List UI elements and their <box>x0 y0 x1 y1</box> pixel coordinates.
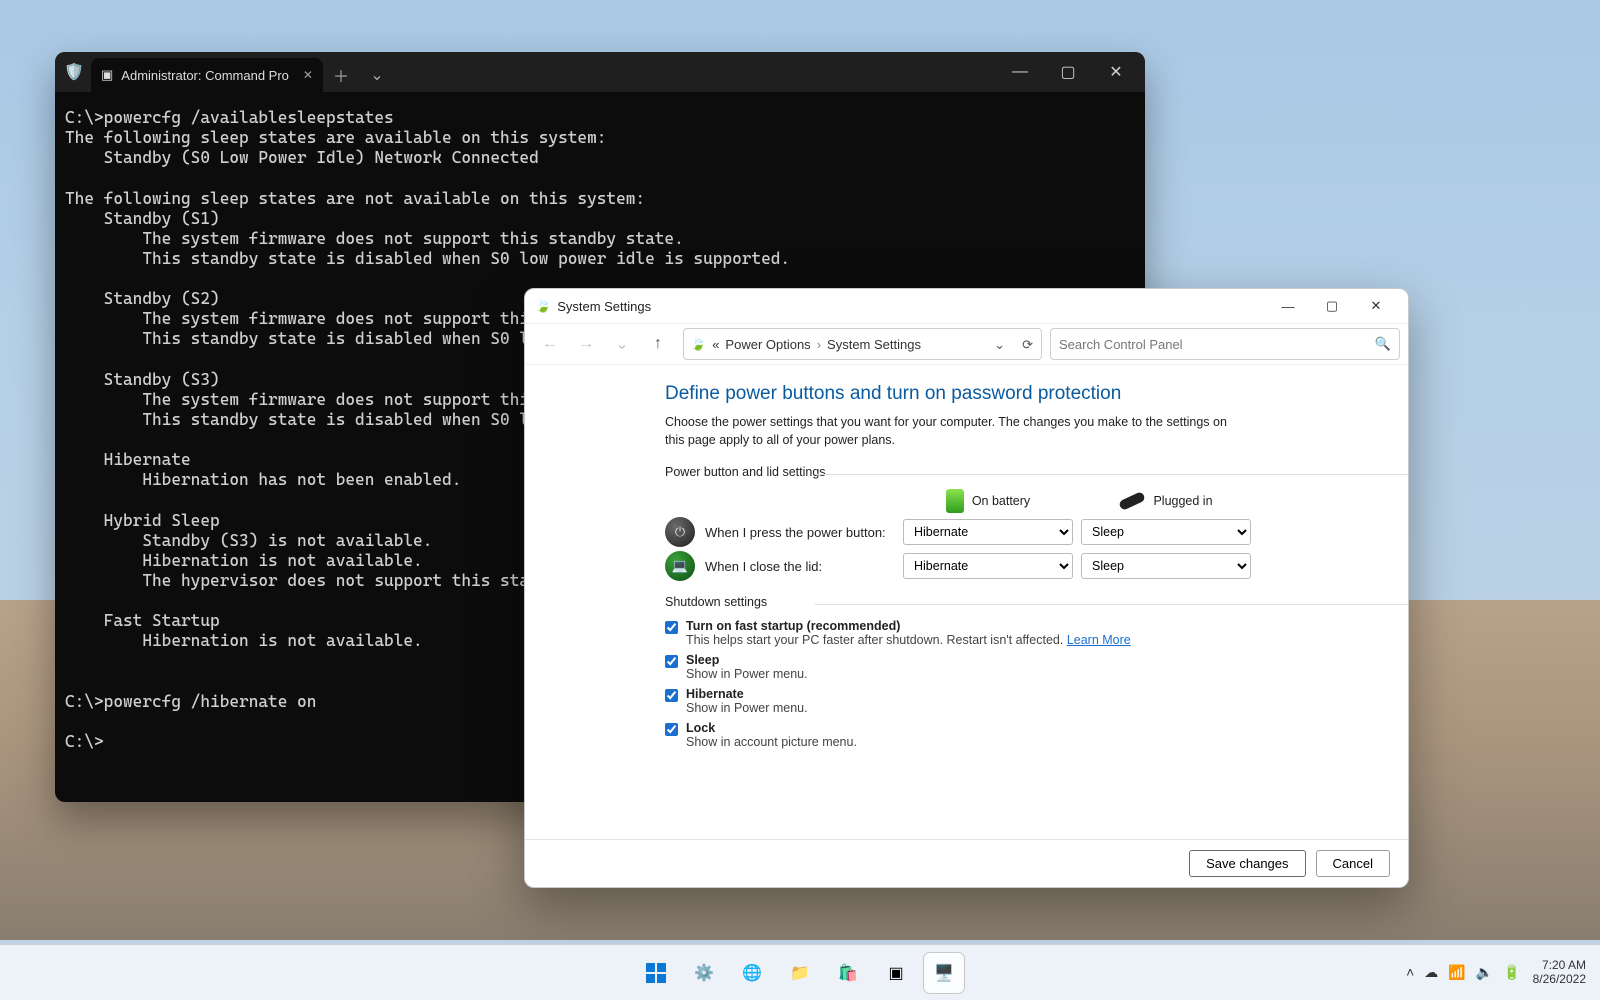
label-hibernate: Hibernate <box>686 687 744 701</box>
taskbar-edge-icon[interactable]: 🌐 <box>732 953 772 993</box>
label-sleep: Sleep <box>686 653 719 667</box>
select-power-battery[interactable]: Hibernate <box>903 519 1073 545</box>
taskbar-center: ⚙️ 🌐 📁 🛍️ ▣ 🖥️ <box>636 953 964 993</box>
label-lock: Lock <box>686 721 715 735</box>
cancel-button[interactable]: Cancel <box>1316 850 1390 877</box>
lid-icon: 💻 <box>665 551 695 581</box>
cp-titlebar[interactable]: 🍃 System Settings — ▢ ✕ <box>525 289 1408 323</box>
maximize-button[interactable]: ▢ <box>1045 54 1091 90</box>
desc-sleep: Show in Power menu. <box>686 667 808 681</box>
terminal-tab[interactable]: ▣ Administrator: Command Pro ✕ <box>91 58 323 92</box>
wifi-icon[interactable]: 📶 <box>1448 964 1465 981</box>
cp-footer: Save changes Cancel <box>525 839 1408 887</box>
refresh-icon[interactable]: ⟳ <box>1022 337 1033 353</box>
column-plugged-in: Plugged in <box>1081 494 1251 508</box>
volume-icon[interactable]: 🔈 <box>1476 964 1493 981</box>
search-box[interactable]: Search Control Panel 🔍 <box>1050 328 1400 360</box>
select-lid-plugged[interactable]: Sleep <box>1081 553 1251 579</box>
taskbar-tray[interactable]: ˄ ☁ 📶 🔈 🔋 7:20 AM 8/26/2022 <box>1406 959 1586 987</box>
close-button[interactable]: ✕ <box>1093 54 1139 90</box>
taskbar-settings-icon[interactable]: ⚙️ <box>684 953 724 993</box>
forward-button[interactable]: → <box>569 328 603 360</box>
cmd-icon: ▣ <box>101 67 113 83</box>
new-tab-button[interactable]: ＋ <box>323 58 359 92</box>
minimize-button[interactable]: — <box>997 54 1043 90</box>
close-tab-icon[interactable]: ✕ <box>303 68 313 82</box>
up-button[interactable]: ↑ <box>641 328 675 360</box>
desc-lock: Show in account picture menu. <box>686 735 857 749</box>
breadcrumb-power-options[interactable]: Power Options <box>725 337 810 352</box>
breadcrumb-system-settings[interactable]: System Settings <box>827 337 921 352</box>
row-power-button: ⏻ When I press the power button: <box>665 517 895 547</box>
terminal-titlebar[interactable]: 🛡️ ▣ Administrator: Command Pro ✕ ＋ ⌄ — … <box>55 52 1145 92</box>
cp-minimize-button[interactable]: — <box>1266 292 1310 320</box>
battery-icon <box>946 489 964 513</box>
row-close-lid: 💻 When I close the lid: <box>665 551 895 581</box>
taskbar-explorer-icon[interactable]: 📁 <box>780 953 820 993</box>
cp-window-title: System Settings <box>557 299 651 314</box>
cp-close-button[interactable]: ✕ <box>1354 292 1398 320</box>
taskbar-clock[interactable]: 7:20 AM 8/26/2022 <box>1533 959 1586 987</box>
terminal-tab-label: Administrator: Command Pro <box>121 68 289 83</box>
cp-content: Define power buttons and turn on passwor… <box>525 365 1408 839</box>
breadcrumb-prefix: « <box>712 337 719 352</box>
checkbox-fast-startup[interactable] <box>665 621 678 634</box>
section-shutdown: Shutdown settings <box>665 595 1378 609</box>
recent-dropdown-icon[interactable]: ⌄ <box>605 328 639 360</box>
taskbar-control-panel-icon[interactable]: 🖥️ <box>924 953 964 993</box>
taskbar-terminal-icon[interactable]: ▣ <box>876 953 916 993</box>
search-icon: 🔍 <box>1375 336 1391 352</box>
checkbox-sleep[interactable] <box>665 655 678 668</box>
address-bar[interactable]: 🍃 « Power Options › System Settings ⌄ ⟳ <box>683 328 1042 360</box>
desc-hibernate: Show in Power menu. <box>686 701 808 715</box>
search-placeholder: Search Control Panel <box>1059 337 1183 352</box>
label-fast-startup: Turn on fast startup (recommended) <box>686 619 900 633</box>
power-options-icon: 🍃 <box>535 298 551 314</box>
plug-icon <box>1119 491 1147 511</box>
checkbox-lock[interactable] <box>665 723 678 736</box>
section-power-button: Power button and lid settings <box>665 465 1378 479</box>
taskbar[interactable]: ⚙️ 🌐 📁 🛍️ ▣ 🖥️ ˄ ☁ 📶 🔈 🔋 7:20 AM 8/26/20… <box>0 944 1600 1000</box>
taskbar-store-icon[interactable]: 🛍️ <box>828 953 868 993</box>
select-lid-battery[interactable]: Hibernate <box>903 553 1073 579</box>
save-changes-button[interactable]: Save changes <box>1189 850 1305 877</box>
taskbar-date: 8/26/2022 <box>1533 973 1586 987</box>
select-power-plugged[interactable]: Sleep <box>1081 519 1251 545</box>
cp-maximize-button[interactable]: ▢ <box>1310 292 1354 320</box>
breadcrumb-icon: 🍃 <box>690 336 706 352</box>
tab-dropdown-icon[interactable]: ⌄ <box>359 58 395 92</box>
column-on-battery: On battery <box>903 489 1073 513</box>
link-learn-more[interactable]: Learn More <box>1067 633 1131 647</box>
system-settings-window: 🍃 System Settings — ▢ ✕ ← → ⌄ ↑ 🍃 « Powe… <box>524 288 1409 888</box>
chevron-up-icon[interactable]: ˄ <box>1406 964 1414 981</box>
taskbar-time: 7:20 AM <box>1533 959 1586 973</box>
desc-fast-startup: This helps start your PC faster after sh… <box>686 633 1063 647</box>
start-button[interactable] <box>636 953 676 993</box>
onedrive-icon[interactable]: ☁ <box>1424 964 1438 981</box>
power-icon: ⏻ <box>665 517 695 547</box>
address-dropdown-icon[interactable]: ⌄ <box>994 337 1005 353</box>
page-description: Choose the power settings that you want … <box>665 413 1245 449</box>
page-heading: Define power buttons and turn on passwor… <box>665 383 1378 405</box>
breadcrumb-separator: › <box>817 337 821 352</box>
checkbox-hibernate[interactable] <box>665 689 678 702</box>
back-button[interactable]: ← <box>533 328 567 360</box>
cp-nav-bar: ← → ⌄ ↑ 🍃 « Power Options › System Setti… <box>525 323 1408 365</box>
shield-icon: 🛡️ <box>65 63 83 81</box>
battery-tray-icon[interactable]: 🔋 <box>1503 964 1520 981</box>
